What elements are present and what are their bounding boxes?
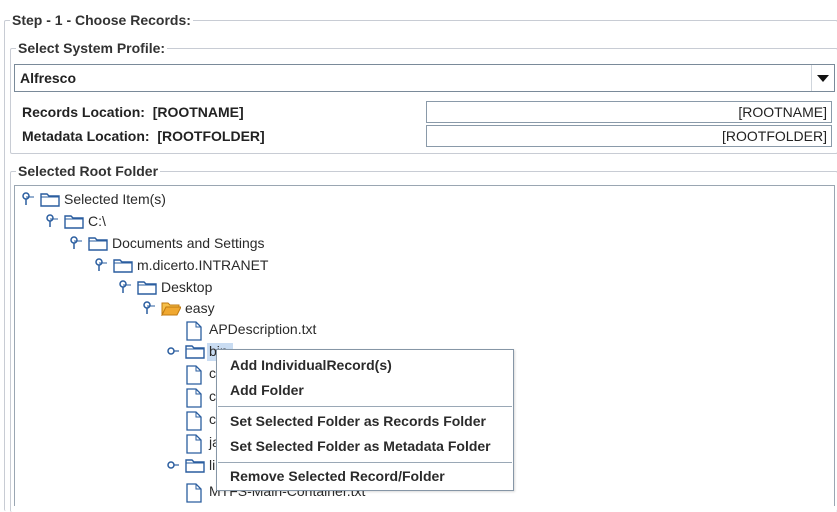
tree-node-label: Selected Item(s) <box>64 191 166 207</box>
folder-icon <box>40 191 60 209</box>
records-location-label: Records Location: [ROOTNAME] <box>22 104 244 120</box>
tree-node-label: Desktop <box>161 279 213 295</box>
tree-collapse-key-icon[interactable] <box>167 460 179 474</box>
file-icon <box>185 411 205 431</box>
file-icon <box>185 483 205 503</box>
folder-icon <box>88 235 108 253</box>
file-icon <box>185 388 205 408</box>
step-title: Step - 1 - Choose Records: <box>10 12 193 28</box>
tree-node-label: Documents and Settings <box>112 235 265 251</box>
root-folder-legend: Selected Root Folder <box>16 163 161 179</box>
metadata-location-field[interactable]: [ROOTFOLDER] <box>426 125 832 147</box>
tree-collapse-key-icon[interactable] <box>167 346 179 360</box>
records-location-caption: Records Location: <box>22 104 145 120</box>
records-location-field-text: [ROOTNAME] <box>738 104 827 120</box>
tree-expand-key-icon[interactable] <box>119 280 131 294</box>
dropdown-button[interactable] <box>811 65 834 91</box>
folder-icon <box>137 279 157 297</box>
folder-icon <box>185 343 205 361</box>
menu-separator <box>218 462 512 463</box>
file-icon <box>185 321 205 341</box>
tree-node-label: c <box>209 365 216 381</box>
tree-expand-key-icon[interactable] <box>22 192 34 206</box>
chevron-down-icon <box>817 75 829 82</box>
records-location-field[interactable]: [ROOTNAME] <box>426 101 832 123</box>
menu-item-add-folder[interactable]: Add Folder <box>230 382 304 398</box>
tree-node-label: easy <box>185 300 215 316</box>
menu-separator <box>218 406 512 407</box>
menu-item-remove-selected[interactable]: Remove Selected Record/Folder <box>230 468 445 484</box>
tree-expand-key-icon[interactable] <box>46 214 58 228</box>
metadata-location-label: Metadata Location: [ROOTFOLDER] <box>22 128 265 144</box>
tree-node-label: c <box>209 388 216 404</box>
metadata-location-value: [ROOTFOLDER] <box>157 128 265 144</box>
file-icon <box>185 365 205 385</box>
folder-open-icon <box>161 300 181 318</box>
tree-expand-key-icon[interactable] <box>95 258 107 272</box>
tree-node-label: APDescription.txt <box>209 321 317 337</box>
menu-item-set-records-folder[interactable]: Set Selected Folder as Records Folder <box>230 413 486 429</box>
tree-node-label: C:\ <box>88 213 106 229</box>
system-profile-dropdown[interactable]: Alfresco <box>14 64 835 92</box>
folder-icon <box>113 257 133 275</box>
context-menu: Add IndividualRecord(s) Add Folder Set S… <box>216 349 514 491</box>
records-location-value: [ROOTNAME] <box>152 104 244 120</box>
system-profile-value: Alfresco <box>20 70 77 86</box>
menu-item-add-individual-records[interactable]: Add IndividualRecord(s) <box>230 357 392 373</box>
menu-item-set-metadata-folder[interactable]: Set Selected Folder as Metadata Folder <box>230 438 491 454</box>
tree-node-label: m.dicerto.INTRANET <box>137 257 269 273</box>
folder-icon <box>64 213 84 231</box>
file-icon <box>185 434 205 454</box>
tree-expand-key-icon[interactable] <box>143 301 155 315</box>
metadata-location-field-text: [ROOTFOLDER] <box>721 128 827 144</box>
folder-icon <box>185 457 205 475</box>
system-profile-legend: Select System Profile: <box>16 40 168 56</box>
tree-expand-key-icon[interactable] <box>70 236 82 250</box>
tree-node-label: c <box>209 411 216 427</box>
metadata-location-caption: Metadata Location: <box>22 128 150 144</box>
tree-node-label: li <box>209 457 216 473</box>
